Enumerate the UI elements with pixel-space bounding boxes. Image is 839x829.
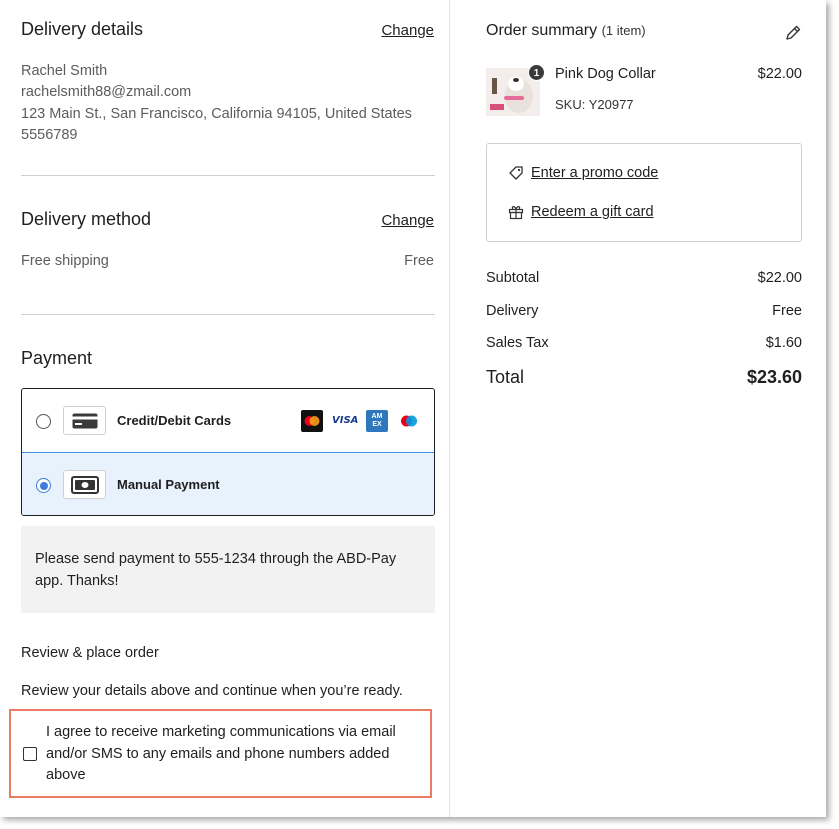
cards-radio[interactable]	[36, 414, 51, 429]
order-summary-heading: Order summary (1 item)	[486, 22, 646, 40]
payment-options: Credit/Debit Cards VISA AM EX Manual Pay…	[21, 388, 435, 516]
customer-phone: 5556789	[21, 127, 78, 143]
manual-payment-label: Manual Payment	[117, 477, 220, 492]
marketing-consent-highlight: I agree to receive marketing communicati…	[9, 709, 432, 798]
order-summary-title: Order summary	[486, 22, 598, 39]
change-delivery-details-link[interactable]: Change	[381, 22, 434, 39]
gift-card-link[interactable]: Redeem a gift card	[531, 204, 654, 220]
gift-icon	[508, 204, 524, 225]
change-delivery-method-link[interactable]: Change	[381, 212, 434, 229]
customer-name: Rachel Smith	[21, 63, 108, 79]
customer-address: 123 Main St., San Francisco, California …	[21, 106, 412, 122]
visa-icon: VISA	[332, 415, 359, 426]
payment-title: Payment	[21, 348, 93, 368]
mastercard-icon	[301, 410, 323, 432]
section-divider	[21, 314, 435, 315]
subtotal-value: $22.00	[757, 270, 802, 286]
product-price: $22.00	[757, 66, 802, 82]
shipping-option: Free shipping	[21, 253, 109, 269]
checkout-main-column: Delivery details Change Rachel Smith rac…	[0, 0, 450, 817]
maestro-icon	[398, 410, 420, 432]
amex-icon: AM EX	[366, 410, 388, 432]
section-divider	[21, 175, 435, 176]
subtotal-label: Subtotal	[486, 270, 540, 286]
product-sku: SKU: Y20977	[555, 97, 634, 112]
shipping-price: Free	[404, 253, 434, 269]
tag-icon	[508, 165, 524, 186]
manual-payment-radio[interactable]	[36, 478, 51, 493]
edit-cart-icon[interactable]	[784, 24, 804, 44]
delivery-value: Free	[772, 303, 802, 319]
payment-option-cards[interactable]: Credit/Debit Cards VISA AM EX	[22, 389, 434, 452]
sales-tax-label: Sales Tax	[486, 335, 549, 351]
promo-code-link[interactable]: Enter a promo code	[531, 165, 658, 181]
order-summary-panel: Order summary (1 item) 1 Pink Dog Collar…	[451, 0, 826, 817]
customer-email: rachelsmith88@zmail.com	[21, 84, 192, 100]
payment-instructions: Please send payment to 555-1234 through …	[21, 526, 435, 613]
cards-label: Credit/Debit Cards	[117, 413, 232, 428]
product-name: Pink Dog Collar	[555, 66, 656, 82]
credit-card-icon	[63, 406, 106, 435]
delivery-label: Delivery	[486, 303, 539, 319]
marketing-consent-label: I agree to receive marketing communicati…	[46, 724, 396, 783]
total-value: $23.60	[746, 367, 802, 387]
review-text: Review your details above and continue w…	[21, 683, 403, 699]
promo-gift-box: Enter a promo code Redeem a gift card	[486, 143, 802, 242]
item-count: (1 item)	[601, 23, 646, 38]
checkout-window: Delivery details Change Rachel Smith rac…	[0, 0, 826, 817]
sales-tax-value: $1.60	[765, 335, 802, 351]
total-label: Total	[486, 367, 525, 387]
payment-option-manual[interactable]: Manual Payment	[22, 452, 434, 515]
quantity-badge: 1	[528, 64, 545, 81]
delivery-method-title: Delivery method	[21, 209, 152, 229]
marketing-consent-checkbox[interactable]	[23, 747, 37, 761]
delivery-details-title: Delivery details	[21, 19, 144, 39]
cash-icon	[63, 470, 106, 499]
review-title: Review & place order	[21, 645, 159, 661]
